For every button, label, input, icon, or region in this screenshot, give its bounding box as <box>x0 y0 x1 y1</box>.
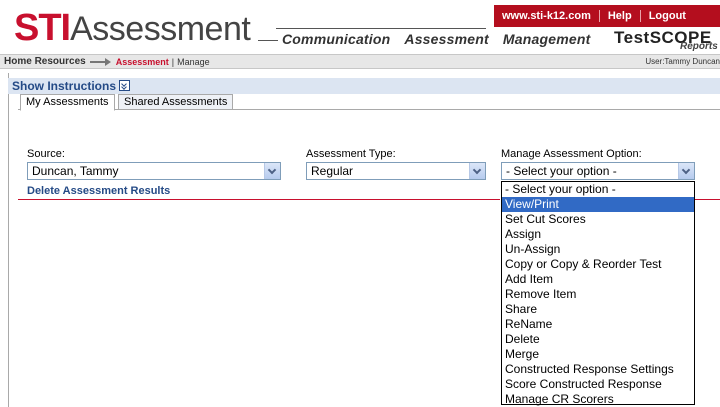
option-rename[interactable]: ReName <box>502 317 694 332</box>
tab-shared-assessments[interactable]: Shared Assessments <box>118 94 234 110</box>
manage-option-value: - Select your option - <box>506 164 617 178</box>
option-assign[interactable]: Assign <box>502 227 694 242</box>
chevron-down-icon[interactable] <box>678 163 694 179</box>
manage-option-dropdown-list[interactable]: - Select your option - View/Print Set Cu… <box>501 181 695 407</box>
source-label: Source: <box>27 148 65 160</box>
delete-assessment-results-link[interactable]: Delete Assessment Results <box>27 185 170 197</box>
source-select[interactable]: Duncan, Tammy <box>27 162 281 180</box>
option-select-your-option[interactable]: - Select your option - <box>502 182 694 197</box>
header-divider <box>258 40 278 41</box>
breadcrumb-manage: Manage <box>177 56 210 67</box>
option-score-constructed-response[interactable]: Score Constructed Response <box>502 377 694 392</box>
option-delete[interactable]: Delete <box>502 332 694 347</box>
expand-chevron-icon[interactable] <box>119 80 131 91</box>
assessment-type-label: Assessment Type: <box>306 148 396 160</box>
website-link[interactable]: www.sti-k12.com <box>494 10 600 22</box>
option-remove-item[interactable]: Remove Item <box>502 287 694 302</box>
main-nav: Communication Assessment Management <box>282 29 604 49</box>
breadcrumb-home[interactable]: Home <box>4 56 32 67</box>
option-manage-cr-scorers[interactable]: Manage CR Scorers <box>502 392 694 407</box>
nav-assessment[interactable]: Assessment <box>404 31 489 47</box>
instructions-bar[interactable]: Show Instructions <box>8 78 720 94</box>
app-header: STI Assessment www.sti-k12.com Help Logo… <box>0 0 720 56</box>
option-view-print[interactable]: View/Print <box>502 197 694 212</box>
current-user: User:Tammy Duncan <box>645 57 720 66</box>
breadcrumb-resources[interactable]: Resources <box>35 56 86 67</box>
option-set-cut-scores[interactable]: Set Cut Scores <box>502 212 694 227</box>
option-copy-reorder-test[interactable]: Copy or Copy & Reorder Test <box>502 257 694 272</box>
option-constructed-response-settings[interactable]: Constructed Response Settings <box>502 362 694 377</box>
section-divider-right <box>695 199 720 200</box>
nav-management[interactable]: Management <box>503 31 591 47</box>
chevron-down-icon[interactable] <box>469 163 485 179</box>
source-value: Duncan, Tammy <box>32 164 119 178</box>
breadcrumb-assessment[interactable]: Assessment <box>116 57 169 67</box>
option-share[interactable]: Share <box>502 302 694 317</box>
help-link[interactable]: Help <box>600 10 641 22</box>
chevron-down-icon[interactable] <box>264 163 280 179</box>
breadcrumb-separator: | <box>171 56 175 67</box>
option-add-item[interactable]: Add Item <box>502 272 694 287</box>
logout-link[interactable]: Logout <box>641 10 694 22</box>
show-instructions-toggle[interactable]: Show Instructions <box>12 79 131 93</box>
testscope-reports-label: Reports <box>680 41 718 52</box>
sti-assessment-logo[interactable]: STI Assessment <box>14 7 251 49</box>
manage-option-select[interactable]: - Select your option - <box>501 162 695 180</box>
tab-my-assessments[interactable]: My Assessments <box>20 94 115 111</box>
nav-communication[interactable]: Communication <box>282 31 390 47</box>
assessment-type-value: Regular <box>311 164 354 178</box>
logo-sti-text: STI <box>14 7 71 49</box>
breadcrumb-bar: Home Resources Assessment | Manage User:… <box>0 54 720 69</box>
show-instructions-label: Show Instructions <box>12 79 117 93</box>
manage-option-label: Manage Assessment Option: <box>501 148 642 160</box>
assessment-type-select[interactable]: Regular <box>306 162 486 180</box>
section-divider <box>18 199 500 200</box>
option-merge[interactable]: Merge <box>502 347 694 362</box>
arrow-right-icon <box>89 57 112 66</box>
top-links-bar: www.sti-k12.com Help Logout <box>494 5 720 27</box>
breadcrumb: Home Resources Assessment | Manage <box>4 56 210 67</box>
logo-assessment-text: Assessment <box>70 10 251 48</box>
option-un-assign[interactable]: Un-Assign <box>502 242 694 257</box>
